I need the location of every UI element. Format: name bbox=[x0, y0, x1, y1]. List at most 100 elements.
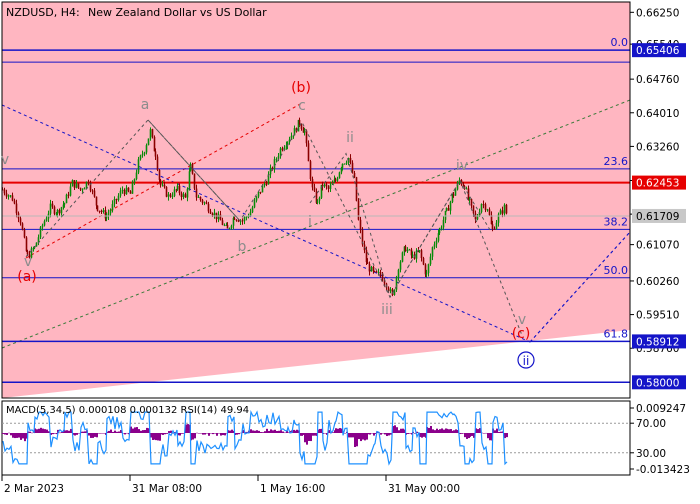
macd-bar bbox=[466, 433, 468, 439]
candle-body bbox=[298, 119, 301, 125]
macd-bar bbox=[103, 433, 105, 434]
macd-bar bbox=[446, 428, 448, 433]
macd-bar bbox=[306, 433, 308, 445]
candle-body bbox=[23, 229, 26, 238]
candle-body bbox=[195, 188, 198, 198]
macd-bar bbox=[402, 428, 404, 433]
macd-bar bbox=[268, 430, 270, 433]
candle-body bbox=[184, 194, 187, 198]
macd-bar bbox=[155, 433, 157, 441]
wave-label-main: (c) bbox=[512, 326, 531, 342]
candle-body bbox=[58, 209, 61, 214]
macd-bar bbox=[382, 433, 384, 434]
macd-bar bbox=[206, 433, 208, 434]
candle-body bbox=[217, 214, 220, 220]
macd-bar bbox=[36, 429, 38, 433]
indicator-axis-label: 70.00 bbox=[636, 418, 666, 430]
macd-bar bbox=[252, 430, 254, 433]
macd-bar bbox=[301, 433, 303, 436]
candle-body bbox=[370, 266, 373, 272]
macd-bar bbox=[164, 433, 166, 435]
wave-label-minor: i bbox=[308, 214, 312, 230]
macd-bar bbox=[160, 433, 162, 435]
candle-body bbox=[149, 129, 152, 139]
candle-body bbox=[230, 225, 233, 229]
candle-body bbox=[377, 271, 380, 273]
candle-body bbox=[389, 289, 392, 292]
candle-body bbox=[41, 225, 44, 228]
candle-body bbox=[145, 145, 148, 153]
macd-bar bbox=[443, 429, 445, 433]
wave-label-minor: ii bbox=[346, 130, 354, 146]
macd-bar bbox=[20, 433, 22, 440]
macd-bar bbox=[42, 428, 44, 433]
chart-root: NZDUSD, H4: New Zealand Dollar vs US Dol… bbox=[0, 0, 700, 500]
price-axis-label: 0.59510 bbox=[636, 310, 679, 322]
candle-body bbox=[226, 224, 229, 229]
macd-bar bbox=[432, 429, 434, 433]
candle-body bbox=[211, 213, 214, 216]
macd-bar bbox=[4, 433, 6, 435]
candle-body bbox=[338, 172, 341, 179]
candle-body bbox=[205, 202, 208, 204]
wave-label-main: (b) bbox=[291, 80, 311, 96]
wave-label-minor: v bbox=[518, 312, 526, 328]
candle-body bbox=[91, 190, 94, 192]
macd-bar bbox=[124, 433, 126, 435]
candle-body bbox=[161, 184, 164, 186]
candle-body bbox=[373, 271, 376, 273]
macd-bar bbox=[483, 433, 485, 434]
macd-bar bbox=[38, 428, 40, 433]
candle-body bbox=[470, 198, 473, 206]
fib-label: 0.0 bbox=[611, 36, 629, 49]
candle-body bbox=[65, 194, 68, 204]
macd-bar bbox=[99, 433, 101, 434]
macd-bar bbox=[487, 433, 489, 439]
candle-body bbox=[7, 195, 10, 197]
price-axis-label: 0.61070 bbox=[636, 240, 679, 252]
macd-bar bbox=[304, 433, 306, 443]
candle-body bbox=[309, 161, 312, 179]
macd-bar bbox=[238, 433, 240, 435]
candle-body bbox=[343, 163, 346, 165]
candle-body bbox=[323, 184, 326, 187]
candle-body bbox=[25, 237, 28, 252]
wave-label-circled: ii bbox=[523, 354, 530, 368]
candle-body bbox=[102, 210, 105, 212]
candle-body bbox=[341, 163, 344, 168]
candle-body bbox=[19, 218, 22, 224]
macd-bar bbox=[374, 433, 376, 434]
macd-bar bbox=[344, 433, 346, 434]
candle-body bbox=[476, 216, 479, 220]
macd-bar bbox=[450, 429, 452, 433]
macd-bar bbox=[140, 430, 142, 433]
candle-body bbox=[259, 191, 262, 193]
macd-bar bbox=[114, 430, 116, 433]
macd-bar bbox=[272, 430, 274, 433]
candle-body bbox=[105, 216, 108, 219]
candle-body bbox=[15, 203, 18, 214]
macd-bar bbox=[59, 432, 61, 434]
candle-body bbox=[265, 183, 268, 185]
macd-bar bbox=[448, 429, 450, 433]
macd-bar bbox=[394, 425, 396, 433]
macd-bar bbox=[489, 433, 491, 441]
candle-body bbox=[51, 203, 54, 207]
candle-body bbox=[159, 179, 162, 186]
nzdusd-chart: NZDUSD, H4: New Zealand Dollar vs US Dol… bbox=[1, 1, 690, 495]
fib-label: 50.0 bbox=[604, 264, 629, 277]
macd-bar bbox=[314, 433, 316, 436]
candle-body bbox=[431, 247, 434, 257]
macd-bar bbox=[337, 428, 339, 433]
candle-body bbox=[201, 199, 204, 203]
price-tag-label: 0.62453 bbox=[636, 178, 679, 190]
macd-bar bbox=[310, 433, 312, 442]
candle-body bbox=[418, 250, 421, 252]
macd-bar bbox=[10, 433, 12, 436]
price-tags: 0.65406 0.62453 0.61709 0.58912 0.58000 bbox=[632, 43, 686, 390]
candle-body bbox=[245, 216, 248, 218]
candle-body bbox=[98, 210, 101, 212]
candle-body bbox=[169, 194, 172, 197]
candle-body bbox=[67, 194, 70, 196]
candle-body bbox=[178, 185, 181, 194]
